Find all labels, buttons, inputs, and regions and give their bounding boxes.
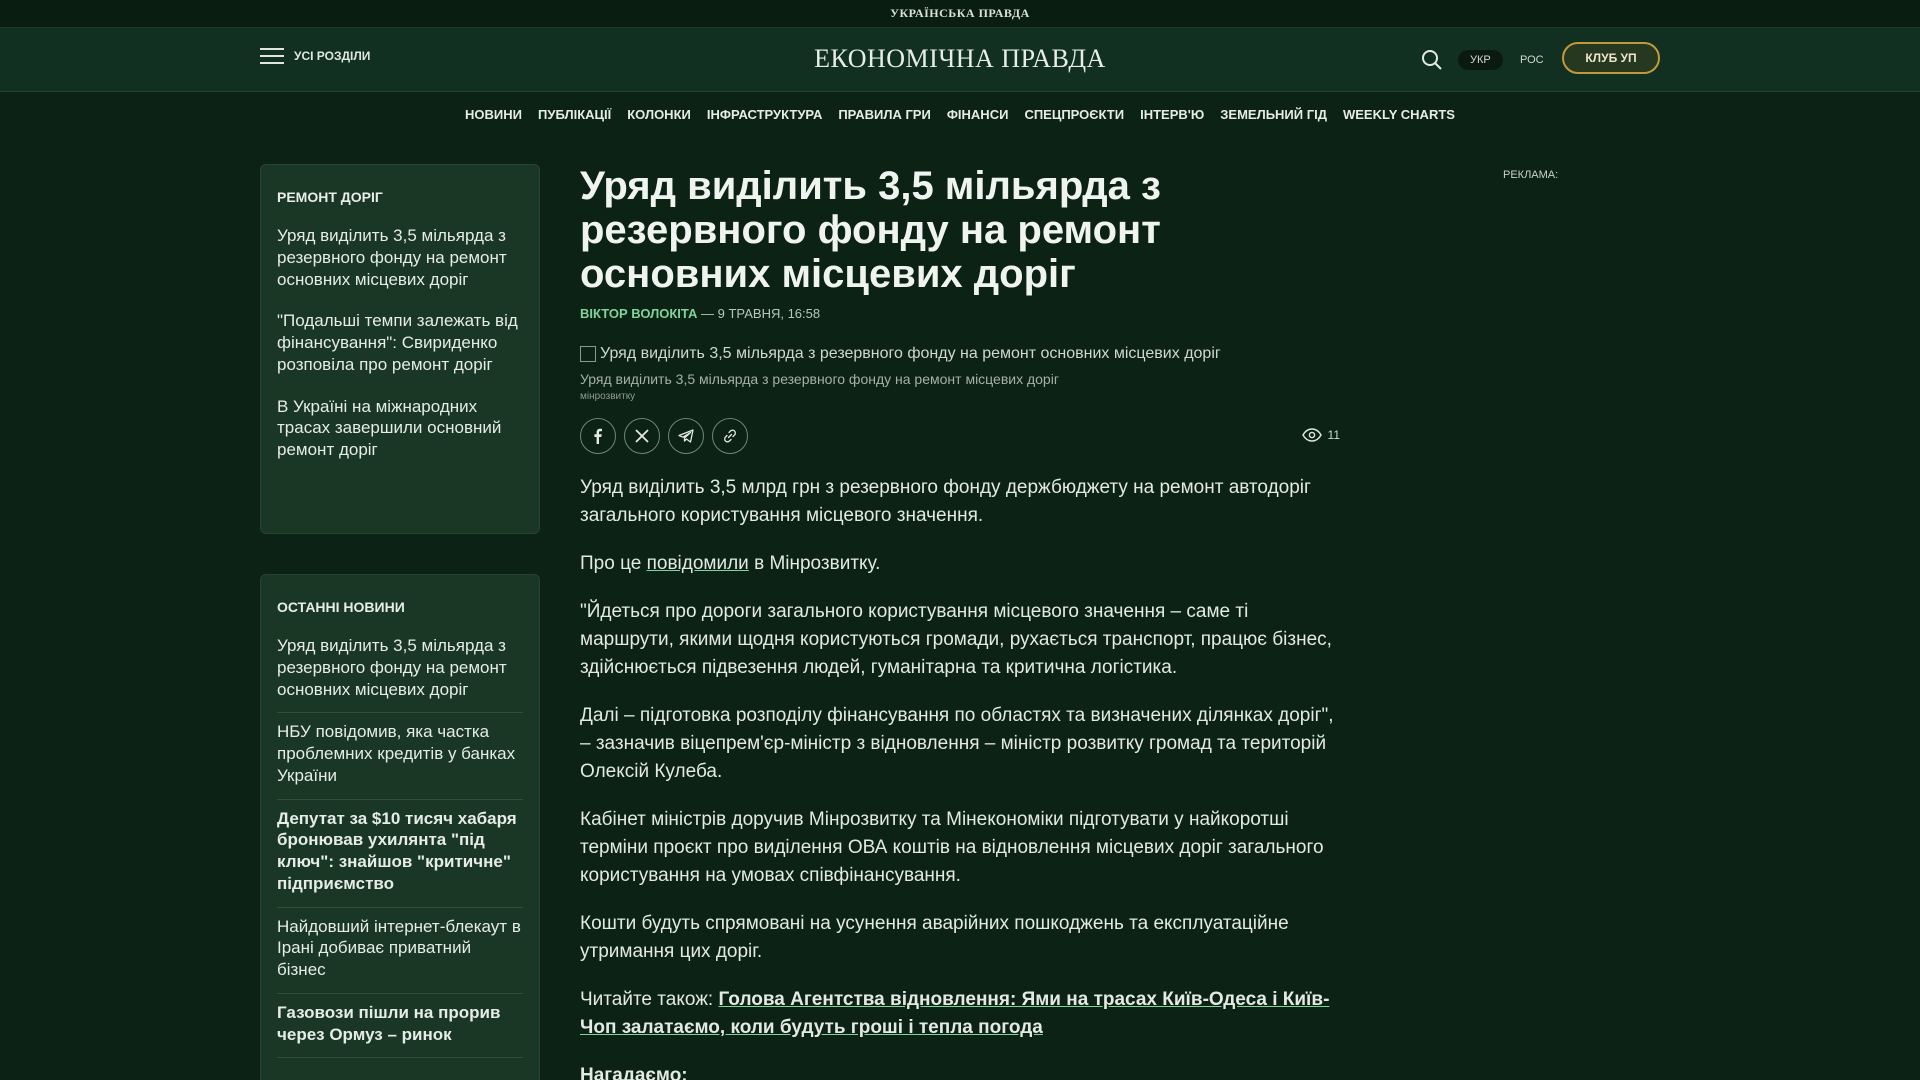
article-image: Уряд виділить 3,5 мільярда з резервного …	[580, 345, 1340, 363]
nav-item-infrastructure[interactable]: ІНФРАСТРУКТУРА	[707, 107, 822, 122]
latest-news-card: ОСТАННІ НОВИНИ Уряд виділить 3,5 мільярд…	[260, 574, 540, 1080]
image-alt-text: Уряд виділить 3,5 мільярда з резервного …	[600, 345, 1221, 362]
ad-label: РЕКЛАМА:	[1503, 169, 1559, 181]
eye-icon	[1301, 428, 1322, 442]
image-caption: Уряд виділить 3,5 мільярда з резервного …	[580, 371, 1059, 387]
read-also: Читайте також: Голова Агентства відновле…	[580, 986, 1340, 1042]
all-sections-label: УСІ РОЗДІЛИ	[294, 49, 371, 63]
link-icon[interactable]	[712, 418, 748, 454]
main-nav: НОВИНИ ПУБЛІКАЦІЇ КОЛОНКИ ІНФРАСТРУКТУРА…	[0, 92, 1920, 136]
nav-item-finance[interactable]: ФІНАНСИ	[947, 107, 1009, 122]
topic-heading[interactable]: РЕМОНТ ДОРІГ	[261, 165, 539, 217]
news-item[interactable]: Уряд виділить 3,5 мільярда з резервного …	[277, 627, 523, 714]
share-bar: 11	[580, 418, 1340, 454]
paragraph: "Йдеться про дороги загального користува…	[580, 601, 1332, 678]
topic-item[interactable]: Уряд виділить 3,5 мільярда з резервного …	[277, 217, 523, 302]
nav-item-rules[interactable]: ПРАВИЛА ГРИ	[838, 107, 931, 122]
telegram-icon[interactable]	[668, 418, 704, 454]
news-item[interactable]: Найдовший інтернет-блекаут в Ірані добив…	[277, 908, 523, 994]
source-link[interactable]: повідомили	[647, 553, 749, 574]
facebook-icon[interactable]	[580, 418, 616, 454]
search-icon[interactable]	[1420, 48, 1444, 72]
nav-item-interviews[interactable]: ІНТЕРВ'Ю	[1140, 107, 1204, 122]
read-also-label: Читайте також:	[580, 989, 719, 1010]
paragraph-text: Про це	[580, 553, 647, 574]
news-item[interactable]: Депутат за $10 тисяч хабаря бронював ухи…	[277, 800, 523, 908]
network-title[interactable]: УКРАЇНСЬКА ПРАВДА	[890, 6, 1030, 21]
nav-item-news[interactable]: НОВИНИ	[465, 107, 522, 122]
views-count: 11	[1327, 428, 1340, 442]
views-counter: 11	[1301, 428, 1340, 442]
lang-ros-button[interactable]: РОС	[1510, 50, 1554, 70]
hamburger-icon	[260, 48, 284, 64]
topic-item[interactable]: "Подальші темпи залежать від фінансуванн…	[277, 302, 523, 387]
site-header: УСІ РОЗДІЛИ ЕКОНОМІЧНА ПРАВДА УКР РОС КЛ…	[0, 28, 1920, 92]
paragraph: Про це повідомили в Мінрозвитку.	[580, 550, 1340, 578]
top-bar: УКРАЇНСЬКА ПРАВДА	[0, 0, 1920, 28]
news-item[interactable]: НБУ повідомив, яка частка проблемних кре…	[277, 713, 523, 800]
paragraph: Кабінет міністрів доручив Мінрозвитку та…	[580, 809, 1324, 886]
remind-heading: Нагадаємо:	[580, 1065, 688, 1080]
paragraph: Уряд виділить 3,5 млрд грн з резервного …	[580, 477, 1311, 526]
image-credit: мінрозвитку	[580, 391, 636, 402]
nav-item-special-projects[interactable]: СПЕЦПРОЄКТИ	[1024, 107, 1124, 122]
nav-item-weekly-charts[interactable]: WEEKLY CHARTS	[1343, 107, 1455, 122]
topic-card: РЕМОНТ ДОРІГ Уряд виділить 3,5 мільярда …	[260, 164, 540, 534]
nav-item-columns[interactable]: КОЛОНКИ	[627, 107, 691, 122]
broken-image-icon	[580, 346, 596, 362]
topic-item[interactable]: В Україні на міжнародних трасах завершил…	[277, 388, 523, 473]
publish-date: — 9 ТРАВНЯ, 16:58	[697, 306, 821, 321]
paragraph-text: в Мінрозвитку.	[748, 553, 881, 574]
paragraph: Кошти будуть спрямовані на усунення авар…	[580, 913, 1289, 962]
article-body: Уряд виділить 3,5 млрд грн з резервного …	[580, 474, 1340, 1080]
all-sections-button[interactable]: УСІ РОЗДІЛИ	[260, 48, 370, 64]
x-icon[interactable]	[624, 418, 660, 454]
club-up-button[interactable]: КЛУБ УП	[1562, 42, 1660, 74]
author-link[interactable]: ВІКТОР ВОЛОКІТА	[580, 306, 697, 321]
article: Уряд виділить 3,5 мільярда з резервного …	[580, 164, 1340, 1080]
nav-item-land-guide[interactable]: ЗЕМЕЛЬНИЙ ГІД	[1220, 107, 1327, 122]
news-item[interactable]: Газовози пішли на прорив через Ормуз – р…	[277, 994, 523, 1059]
nav-item-publications[interactable]: ПУБЛІКАЦІЇ	[538, 107, 611, 122]
byline: ВІКТОР ВОЛОКІТА — 9 ТРАВНЯ, 16:58	[580, 306, 1340, 321]
article-title: Уряд виділить 3,5 мільярда з резервного …	[580, 164, 1161, 296]
latest-news-heading: ОСТАННІ НОВИНИ	[277, 599, 405, 615]
paragraph: Далі – підготовка розподілу фінансування…	[580, 705, 1334, 782]
lang-ukr-button[interactable]: УКР	[1458, 50, 1503, 70]
